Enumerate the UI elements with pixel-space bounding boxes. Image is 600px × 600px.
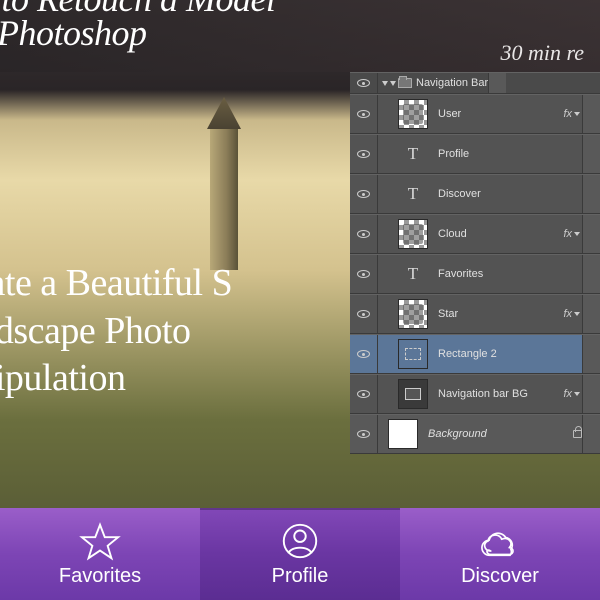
- user-icon: [278, 521, 322, 561]
- shape-layer-thumbnail[interactable]: [398, 339, 428, 369]
- nav-discover[interactable]: Discover: [400, 508, 600, 600]
- visibility-icon[interactable]: [357, 390, 370, 398]
- visibility-icon[interactable]: [357, 270, 370, 278]
- layer-group-row[interactable]: Navigation Bar: [350, 72, 600, 94]
- visibility-icon[interactable]: [357, 79, 370, 87]
- layer-row[interactable]: Navigation bar BG fx: [350, 374, 600, 414]
- layer-thumbnail[interactable]: [398, 99, 428, 129]
- star-icon: [78, 521, 122, 561]
- hero-card-2: reate a Beautiful S andscape Photo anipu…: [0, 260, 232, 403]
- layer-row[interactable]: User fx: [350, 94, 600, 134]
- layer-name: Favorites: [432, 268, 483, 280]
- layer-name: Cloud: [432, 228, 467, 240]
- navigation-bar: Favorites Profile Discover: [0, 508, 600, 600]
- visibility-icon[interactable]: [357, 230, 370, 238]
- hero-card-1: ow to Retouch a Model ith Photoshop 30 m…: [0, 0, 600, 72]
- chevron-down-icon[interactable]: [574, 392, 580, 396]
- nav-profile[interactable]: Profile: [200, 508, 400, 600]
- background-layer-row[interactable]: Background: [350, 414, 600, 454]
- nav-label: Discover: [461, 565, 539, 588]
- tower-illustration: [210, 125, 238, 270]
- layer-thumbnail[interactable]: [388, 419, 418, 449]
- nav-label: Favorites: [59, 565, 141, 588]
- folder-icon: [398, 78, 412, 88]
- layer-name: Discover: [432, 188, 481, 200]
- layer-row[interactable]: Star fx: [350, 294, 600, 334]
- layer-thumbnail[interactable]: [398, 299, 428, 329]
- lock-icon[interactable]: [573, 430, 582, 438]
- expand-arrow-icon[interactable]: [390, 81, 396, 86]
- fx-icon[interactable]: fx: [563, 108, 572, 120]
- visibility-icon[interactable]: [357, 150, 370, 158]
- layer-name: Background: [422, 428, 487, 440]
- layer-row-selected[interactable]: Rectangle 2: [350, 334, 600, 374]
- layer-name: Star: [432, 308, 458, 320]
- chevron-down-icon[interactable]: [574, 312, 580, 316]
- text-layer-icon: T: [398, 259, 428, 289]
- cloud-icon: [478, 521, 522, 561]
- hero1-meta: 30 min re: [500, 40, 584, 66]
- fx-icon[interactable]: fx: [563, 228, 572, 240]
- layer-row[interactable]: Cloud fx: [350, 214, 600, 254]
- visibility-icon[interactable]: [357, 350, 370, 358]
- visibility-icon[interactable]: [357, 430, 370, 438]
- hero2-line2: andscape Photo: [0, 308, 232, 356]
- shape-layer-thumbnail[interactable]: [398, 379, 428, 409]
- layer-name: Profile: [432, 148, 469, 160]
- visibility-icon[interactable]: [357, 110, 370, 118]
- text-layer-icon: T: [398, 139, 428, 169]
- hero2-line3: anipulation: [0, 355, 232, 403]
- nav-label: Profile: [272, 565, 329, 588]
- visibility-icon[interactable]: [357, 310, 370, 318]
- layers-panel[interactable]: Navigation Bar User fx T Profile T Disco…: [350, 72, 600, 454]
- chevron-down-icon[interactable]: [574, 232, 580, 236]
- fx-icon[interactable]: fx: [563, 308, 572, 320]
- hero1-title-line2: ith Photoshop: [0, 13, 147, 53]
- layer-name: User: [432, 108, 461, 120]
- layer-group-name: Navigation Bar: [416, 77, 488, 89]
- fx-icon[interactable]: fx: [563, 388, 572, 400]
- text-layer-icon: T: [398, 179, 428, 209]
- nav-favorites[interactable]: Favorites: [0, 508, 200, 600]
- layer-row[interactable]: T Discover: [350, 174, 600, 214]
- layer-row[interactable]: T Favorites: [350, 254, 600, 294]
- layer-thumbnail[interactable]: [398, 219, 428, 249]
- hero2-line1: reate a Beautiful S: [0, 260, 232, 308]
- layer-name: Rectangle 2: [432, 348, 497, 360]
- layer-row[interactable]: T Profile: [350, 134, 600, 174]
- layer-name: Navigation bar BG: [432, 388, 528, 400]
- chevron-down-icon[interactable]: [574, 112, 580, 116]
- visibility-icon[interactable]: [357, 190, 370, 198]
- expand-arrow-icon[interactable]: [382, 81, 388, 86]
